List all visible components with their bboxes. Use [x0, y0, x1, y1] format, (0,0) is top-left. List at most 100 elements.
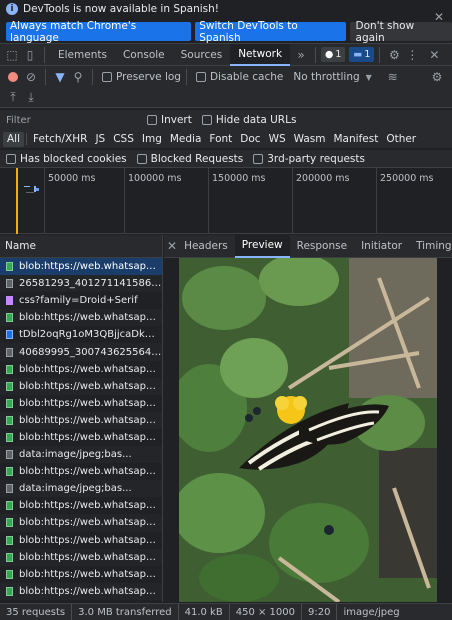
- type-filter-manifest[interactable]: Manifest: [330, 132, 383, 147]
- type-filter-doc[interactable]: Doc: [236, 132, 264, 147]
- disable-cache-checkbox[interactable]: [195, 72, 206, 82]
- requests-count: 35 requests: [0, 603, 73, 620]
- request-row[interactable]: blob:https://web.whatsapp.c...: [0, 497, 162, 514]
- request-row[interactable]: blob:https://web.whatsapp.c...: [0, 566, 162, 583]
- type-filter-wasm[interactable]: Wasm: [290, 132, 330, 147]
- network-toolbar: ⊘ ▼ ⚲ Preserve log Disable cache No thro…: [0, 66, 452, 88]
- request-name: blob:https://web.whatsapp.c...: [19, 585, 162, 597]
- request-activity-bars: [24, 186, 44, 194]
- import-har-icon[interactable]: ⤒: [4, 89, 22, 107]
- blob-file-icon: [6, 364, 13, 374]
- type-filter-bar: All Fetch/XHR JS CSS Img Media Font Doc …: [0, 130, 452, 148]
- match-language-button[interactable]: Always match Chrome's language: [6, 20, 192, 44]
- tab-headers[interactable]: Headers: [177, 235, 235, 258]
- tab-network[interactable]: Network: [230, 43, 291, 66]
- network-conditions-icon[interactable]: ≋: [384, 68, 402, 86]
- timeline-gridline: [44, 168, 45, 234]
- type-filter-ws[interactable]: WS: [265, 132, 290, 147]
- type-filter-other[interactable]: Other: [382, 132, 420, 147]
- filter-icon[interactable]: ▼: [51, 68, 69, 86]
- close-detail-icon[interactable]: ✕: [167, 237, 177, 255]
- chevron-down-icon[interactable]: ▼: [360, 68, 378, 86]
- throttling-select[interactable]: No throttling: [293, 71, 359, 83]
- type-filter-font[interactable]: Font: [205, 132, 236, 147]
- request-row[interactable]: blob:https://web.whatsapp.c...: [0, 395, 162, 412]
- request-row[interactable]: blob:https://web.whatsapp.c...: [0, 463, 162, 480]
- detail-tabstrip: ✕ Headers Preview Response Initiator Tim…: [164, 234, 452, 258]
- filter-input[interactable]: Filter: [3, 112, 143, 128]
- request-name: data:image/jpeg;bas...: [19, 449, 132, 461]
- request-name: blob:https://web.whatsapp.c...: [19, 517, 162, 529]
- inspect-element-icon[interactable]: ⬚: [3, 46, 21, 64]
- messages-badge[interactable]: ▬ 1: [349, 47, 375, 62]
- request-row[interactable]: data:image/jpeg;bas...: [0, 480, 162, 498]
- hide-data-urls-checkbox[interactable]: [201, 115, 212, 125]
- clear-icon[interactable]: ⊘: [22, 68, 40, 86]
- has-blocked-cookies-checkbox[interactable]: [6, 153, 16, 164]
- timeline-gridline: [124, 168, 125, 234]
- timeline-gridline: [376, 168, 377, 234]
- type-filter-fetch-xhr[interactable]: Fetch/XHR: [29, 132, 91, 147]
- more-tabs-icon[interactable]: »: [292, 46, 310, 64]
- request-row[interactable]: blob:https://web.whatsapp.c...: [0, 258, 162, 276]
- type-filter-media[interactable]: Media: [166, 132, 206, 147]
- network-settings-gear-icon[interactable]: ⚙: [428, 68, 446, 86]
- tab-console[interactable]: Console: [115, 44, 173, 66]
- blob-file-icon: [6, 432, 13, 442]
- hide-data-urls-label: Hide data URLs: [215, 114, 297, 126]
- request-name: blob:https://web.whatsapp.c...: [19, 466, 162, 478]
- tab-sources[interactable]: Sources: [173, 44, 231, 66]
- device-toolbar-icon[interactable]: ▯: [21, 46, 39, 64]
- name-column-header[interactable]: Name: [0, 235, 163, 258]
- request-name: blob:https://web.whatsapp.c...: [19, 414, 162, 426]
- tab-timing[interactable]: Timing: [409, 235, 452, 258]
- request-row[interactable]: blob:https://web.whatsapp.c...: [0, 377, 162, 395]
- request-row[interactable]: blob:https://web.whatsapp.c...: [0, 411, 162, 429]
- export-har-icon[interactable]: ⤓: [22, 89, 40, 107]
- type-filter-css[interactable]: CSS: [109, 132, 138, 147]
- tab-response[interactable]: Response: [290, 235, 354, 258]
- tab-elements[interactable]: Elements: [50, 44, 115, 66]
- issues-badge[interactable]: ● 1: [321, 47, 346, 62]
- request-row[interactable]: blob:https://web.whatsapp.c...: [0, 514, 162, 532]
- dont-show-again-button[interactable]: Don't show again: [349, 20, 452, 44]
- type-filter-img[interactable]: Img: [138, 132, 166, 147]
- mime-type: image/jpeg: [343, 606, 400, 618]
- search-icon[interactable]: ⚲: [69, 68, 87, 86]
- request-name: blob:https://web.whatsapp.c...: [19, 380, 162, 392]
- request-row[interactable]: blob:https://web.whatsapp.c...: [0, 548, 162, 566]
- tab-preview[interactable]: Preview: [234, 234, 290, 258]
- request-row[interactable]: blob:https://web.whatsapp.c...: [0, 532, 162, 549]
- img-file-icon: [6, 279, 13, 289]
- request-row[interactable]: 40689995_30074362556440...: [0, 343, 162, 361]
- request-row[interactable]: blob:https://web.whatsapp.c...: [0, 361, 162, 378]
- tab-initiator[interactable]: Initiator: [354, 235, 409, 258]
- name-column-label: Name: [5, 240, 36, 252]
- request-name: blob:https://web.whatsapp.c...: [19, 534, 162, 546]
- third-party-checkbox[interactable]: [253, 153, 264, 164]
- invert-checkbox[interactable]: [147, 115, 157, 125]
- resource-size: 41.0 kB: [179, 603, 230, 620]
- kebab-menu-icon[interactable]: ⋮: [403, 46, 421, 64]
- blocked-requests-checkbox[interactable]: [136, 153, 147, 164]
- request-row[interactable]: tDbl2oqRg1oM3QBjjcaDkOr...: [0, 326, 162, 343]
- gear-icon[interactable]: ⚙: [385, 46, 403, 64]
- divider: [44, 46, 45, 63]
- timeline-tick-label: 200000 ms: [296, 173, 350, 184]
- blocked-filter-bar: Has blocked cookies Blocked Requests 3rd…: [0, 150, 452, 168]
- request-row[interactable]: css?family=Droid+Serif: [0, 292, 162, 309]
- network-overview-timeline[interactable]: 50000 ms 100000 ms 150000 ms 200000 ms 2…: [0, 168, 452, 234]
- request-row[interactable]: blob:https://web.whatsapp.c...: [0, 309, 162, 327]
- request-row[interactable]: data:image/jpeg;bas...: [0, 446, 162, 464]
- close-devtools-icon[interactable]: ✕: [425, 46, 443, 64]
- switch-language-button[interactable]: Switch DevTools to Spanish: [195, 20, 346, 44]
- request-row[interactable]: blob:https://web.whatsapp.c...: [0, 429, 162, 446]
- request-row[interactable]: blob:https://web.whatsapp.c...: [0, 582, 162, 600]
- css-file-icon: [6, 296, 13, 306]
- type-filter-js[interactable]: JS: [91, 132, 109, 147]
- record-icon[interactable]: [4, 68, 22, 86]
- request-name: blob:https://web.whatsapp.c...: [19, 500, 162, 512]
- type-filter-all[interactable]: All: [3, 131, 25, 147]
- preserve-log-checkbox[interactable]: [102, 72, 112, 82]
- request-row[interactable]: 26581293_40127114158656...: [0, 275, 162, 293]
